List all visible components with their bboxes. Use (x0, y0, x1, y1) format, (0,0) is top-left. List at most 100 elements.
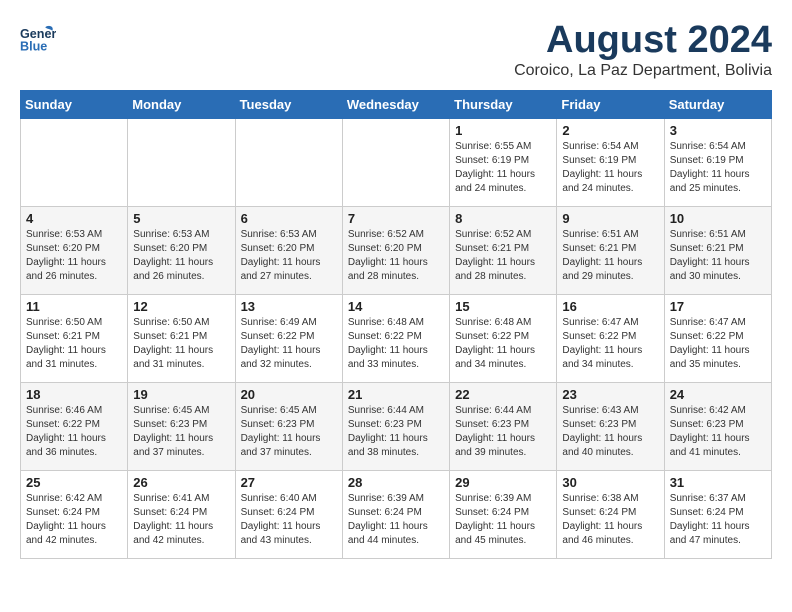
title-area: August 2024 Coroico, La Paz Department, … (514, 20, 772, 80)
calendar-cell: 2Sunrise: 6:54 AM Sunset: 6:19 PM Daylig… (557, 118, 664, 206)
day-number: 30 (562, 475, 658, 490)
day-number: 3 (670, 123, 766, 138)
day-info: Sunrise: 6:39 AM Sunset: 6:24 PM Dayligh… (348, 492, 444, 548)
day-number: 10 (670, 211, 766, 226)
day-info: Sunrise: 6:41 AM Sunset: 6:24 PM Dayligh… (133, 492, 229, 548)
calendar-cell: 17Sunrise: 6:47 AM Sunset: 6:22 PM Dayli… (664, 294, 771, 382)
calendar-cell: 14Sunrise: 6:48 AM Sunset: 6:22 PM Dayli… (342, 294, 449, 382)
logo-icon: General Blue (20, 20, 56, 56)
calendar-cell: 23 Sunrise: 6:43 AM Sunset: 6:23 PM Dayli… (557, 382, 664, 470)
calendar-cell: 30Sunrise: 6:38 AM Sunset: 6:24 PM Dayli… (557, 470, 664, 558)
calendar-cell (21, 118, 128, 206)
day-number: 31 (670, 475, 766, 490)
calendar-cell: 1 Sunrise: 6:55 AM Sunset: 6:19 PM Daylig… (450, 118, 557, 206)
calendar-cell: 7 Sunrise: 6:52 AM Sunset: 6:20 PM Daylig… (342, 206, 449, 294)
weekday-header-tuesday: Tuesday (235, 90, 342, 118)
calendar-cell: 20 Sunrise: 6:45 AM Sunset: 6:23 PM Dayli… (235, 382, 342, 470)
day-number: 15 (455, 299, 551, 314)
calendar-cell: 27 Sunrise: 6:40 AM Sunset: 6:24 PM Dayli… (235, 470, 342, 558)
calendar-cell: 3 Sunrise: 6:54 AM Sunset: 6:19 PM Daylig… (664, 118, 771, 206)
day-info: Sunrise: 6:40 AM Sunset: 6:24 PM Dayligh… (241, 492, 337, 548)
day-info: Sunrise: 6:44 AM Sunset: 6:23 PM Dayligh… (455, 404, 551, 460)
calendar-cell: 8Sunrise: 6:52 AM Sunset: 6:21 PM Daylig… (450, 206, 557, 294)
logo: General Blue (20, 20, 56, 56)
calendar-cell: 4Sunrise: 6:53 AM Sunset: 6:20 PM Daylig… (21, 206, 128, 294)
month-title: August 2024 (514, 20, 772, 62)
weekday-header-saturday: Saturday (664, 90, 771, 118)
day-number: 4 (26, 211, 122, 226)
day-info: Sunrise: 6:48 AM Sunset: 6:22 PM Dayligh… (455, 316, 551, 372)
location-title: Coroico, La Paz Department, Bolivia (514, 62, 772, 80)
day-info: Sunrise: 6:42 AM Sunset: 6:23 PM Dayligh… (670, 404, 766, 460)
day-info: Sunrise: 6:47 AM Sunset: 6:22 PM Dayligh… (562, 316, 658, 372)
calendar-cell: 24 Sunrise: 6:42 AM Sunset: 6:23 PM Dayli… (664, 382, 771, 470)
calendar-cell: 22 Sunrise: 6:44 AM Sunset: 6:23 PM Dayli… (450, 382, 557, 470)
calendar-cell: 5 Sunrise: 6:53 AM Sunset: 6:20 PM Daylig… (128, 206, 235, 294)
day-number: 25 (26, 475, 122, 490)
day-info: Sunrise: 6:37 AM Sunset: 6:24 PM Dayligh… (670, 492, 766, 548)
weekday-header-sunday: Sunday (21, 90, 128, 118)
week-row-5: 25Sunrise: 6:42 AM Sunset: 6:24 PM Dayli… (21, 470, 772, 558)
day-number: 5 (133, 211, 229, 226)
day-info: Sunrise: 6:50 AM Sunset: 6:21 PM Dayligh… (26, 316, 122, 372)
calendar-cell: 21Sunrise: 6:44 AM Sunset: 6:23 PM Dayli… (342, 382, 449, 470)
day-number: 21 (348, 387, 444, 402)
day-number: 11 (26, 299, 122, 314)
calendar-cell: 6Sunrise: 6:53 AM Sunset: 6:20 PM Daylig… (235, 206, 342, 294)
calendar-cell: 18 Sunrise: 6:46 AM Sunset: 6:22 PM Dayli… (21, 382, 128, 470)
day-number: 20 (241, 387, 337, 402)
calendar-cell: 9 Sunrise: 6:51 AM Sunset: 6:21 PM Daylig… (557, 206, 664, 294)
calendar-cell: 19Sunrise: 6:45 AM Sunset: 6:23 PM Dayli… (128, 382, 235, 470)
svg-text:Blue: Blue (20, 40, 47, 54)
day-number: 16 (562, 299, 658, 314)
page-header: General Blue August 2024 Coroico, La Paz… (20, 20, 772, 80)
calendar-cell: 12Sunrise: 6:50 AM Sunset: 6:21 PM Dayli… (128, 294, 235, 382)
day-info: Sunrise: 6:53 AM Sunset: 6:20 PM Dayligh… (241, 228, 337, 284)
calendar-cell: 26Sunrise: 6:41 AM Sunset: 6:24 PM Dayli… (128, 470, 235, 558)
week-row-1: 1 Sunrise: 6:55 AM Sunset: 6:19 PM Daylig… (21, 118, 772, 206)
day-info: Sunrise: 6:54 AM Sunset: 6:19 PM Dayligh… (670, 140, 766, 196)
day-number: 22 (455, 387, 551, 402)
day-info: Sunrise: 6:48 AM Sunset: 6:22 PM Dayligh… (348, 316, 444, 372)
calendar-cell (235, 118, 342, 206)
day-number: 12 (133, 299, 229, 314)
day-info: Sunrise: 6:53 AM Sunset: 6:20 PM Dayligh… (133, 228, 229, 284)
day-info: Sunrise: 6:52 AM Sunset: 6:20 PM Dayligh… (348, 228, 444, 284)
day-info: Sunrise: 6:54 AM Sunset: 6:19 PM Dayligh… (562, 140, 658, 196)
day-number: 7 (348, 211, 444, 226)
calendar-cell: 11 Sunrise: 6:50 AM Sunset: 6:21 PM Dayli… (21, 294, 128, 382)
day-info: Sunrise: 6:45 AM Sunset: 6:23 PM Dayligh… (241, 404, 337, 460)
calendar-cell: 28Sunrise: 6:39 AM Sunset: 6:24 PM Dayli… (342, 470, 449, 558)
day-number: 9 (562, 211, 658, 226)
calendar-cell: 16 Sunrise: 6:47 AM Sunset: 6:22 PM Dayli… (557, 294, 664, 382)
week-row-4: 18 Sunrise: 6:46 AM Sunset: 6:22 PM Dayli… (21, 382, 772, 470)
calendar-cell: 10Sunrise: 6:51 AM Sunset: 6:21 PM Dayli… (664, 206, 771, 294)
day-number: 8 (455, 211, 551, 226)
calendar-cell: 29 Sunrise: 6:39 AM Sunset: 6:24 PM Dayli… (450, 470, 557, 558)
calendar-cell: 15 Sunrise: 6:48 AM Sunset: 6:22 PM Dayli… (450, 294, 557, 382)
day-info: Sunrise: 6:43 AM Sunset: 6:23 PM Dayligh… (562, 404, 658, 460)
day-number: 1 (455, 123, 551, 138)
day-number: 27 (241, 475, 337, 490)
day-number: 13 (241, 299, 337, 314)
day-info: Sunrise: 6:55 AM Sunset: 6:19 PM Dayligh… (455, 140, 551, 196)
day-number: 23 (562, 387, 658, 402)
calendar-cell: 31 Sunrise: 6:37 AM Sunset: 6:24 PM Dayli… (664, 470, 771, 558)
day-info: Sunrise: 6:39 AM Sunset: 6:24 PM Dayligh… (455, 492, 551, 548)
calendar-cell: 13 Sunrise: 6:49 AM Sunset: 6:22 PM Dayli… (235, 294, 342, 382)
weekday-header-wednesday: Wednesday (342, 90, 449, 118)
day-number: 29 (455, 475, 551, 490)
day-info: Sunrise: 6:51 AM Sunset: 6:21 PM Dayligh… (562, 228, 658, 284)
day-number: 24 (670, 387, 766, 402)
week-row-3: 11 Sunrise: 6:50 AM Sunset: 6:21 PM Dayli… (21, 294, 772, 382)
day-info: Sunrise: 6:49 AM Sunset: 6:22 PM Dayligh… (241, 316, 337, 372)
calendar-table: SundayMondayTuesdayWednesdayThursdayFrid… (20, 90, 772, 559)
day-info: Sunrise: 6:46 AM Sunset: 6:22 PM Dayligh… (26, 404, 122, 460)
day-info: Sunrise: 6:45 AM Sunset: 6:23 PM Dayligh… (133, 404, 229, 460)
day-number: 18 (26, 387, 122, 402)
calendar-cell (342, 118, 449, 206)
week-row-2: 4 Sunrise: 6:53 AM Sunset: 6:20 PM Daylig… (21, 206, 772, 294)
weekday-header-monday: Monday (128, 90, 235, 118)
calendar-cell (128, 118, 235, 206)
day-number: 17 (670, 299, 766, 314)
